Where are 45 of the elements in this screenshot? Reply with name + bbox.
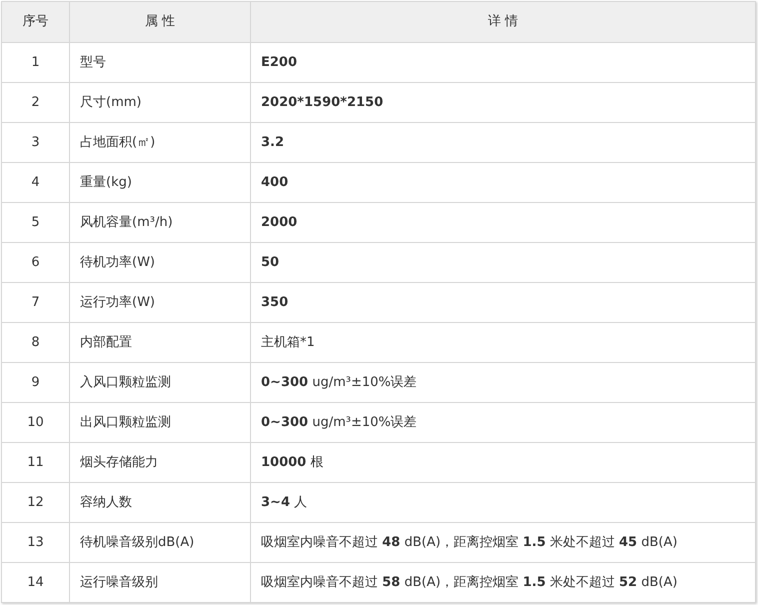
detail-cell: 350 <box>250 282 756 322</box>
row-number: 12 <box>2 482 70 522</box>
attribute-cell: 入风口颗粒监测 <box>70 362 250 402</box>
attribute-cell: 重量(kg) <box>70 162 250 202</box>
column-header: 序号 <box>2 2 70 42</box>
detail-cell: E200 <box>250 42 756 82</box>
detail-cell: 3.2 <box>250 122 756 162</box>
row-number: 1 <box>2 42 70 82</box>
attribute-cell: 型号 <box>70 42 250 82</box>
row-number: 4 <box>2 162 70 202</box>
attribute-cell: 运行噪音级别 <box>70 562 250 602</box>
detail-cell: 主机箱*1 <box>250 322 756 362</box>
detail-cell: 吸烟室内噪音不超过 58 dB(A)，距离控烟室 1.5 米处不超过 52 dB(A) <box>250 562 756 602</box>
column-header: 详 情 <box>250 2 756 42</box>
attribute-cell: 待机噪音级别dB(A) <box>70 522 250 562</box>
row-number: 8 <box>2 322 70 362</box>
detail-cell: 0~300 ug/m³±10%误差 <box>250 402 756 442</box>
attribute-cell: 尺寸(mm) <box>70 82 250 122</box>
detail-cell: 10000 根 <box>250 442 756 482</box>
row-number: 13 <box>2 522 70 562</box>
attribute-cell: 风机容量(m³/h) <box>70 202 250 242</box>
row-number: 14 <box>2 562 70 602</box>
row-number: 7 <box>2 282 70 322</box>
attribute-cell: 内部配置 <box>70 322 250 362</box>
row-number: 9 <box>2 362 70 402</box>
row-number: 6 <box>2 242 70 282</box>
attribute-cell: 运行功率(W) <box>70 282 250 322</box>
detail-cell: 2000 <box>250 202 756 242</box>
detail-cell: 2020*1590*2150 <box>250 82 756 122</box>
detail-cell: 0~300 ug/m³±10%误差 <box>250 362 756 402</box>
row-number: 5 <box>2 202 70 242</box>
detail-cell: 3~4 人 <box>250 482 756 522</box>
attribute-cell: 占地面积(㎡) <box>70 122 250 162</box>
detail-cell: 400 <box>250 162 756 202</box>
row-number: 2 <box>2 82 70 122</box>
attribute-cell: 待机功率(W) <box>70 242 250 282</box>
row-number: 11 <box>2 442 70 482</box>
row-number: 3 <box>2 122 70 162</box>
attribute-cell: 出风口颗粒监测 <box>70 402 250 442</box>
attribute-cell: 烟头存储能力 <box>70 442 250 482</box>
detail-cell: 吸烟室内噪音不超过 48 dB(A)，距离控烟室 1.5 米处不超过 45 dB(A) <box>250 522 756 562</box>
row-number: 10 <box>2 402 70 442</box>
attribute-cell: 容纳人数 <box>70 482 250 522</box>
detail-cell: 50 <box>250 242 756 282</box>
column-header: 属 性 <box>70 2 250 42</box>
